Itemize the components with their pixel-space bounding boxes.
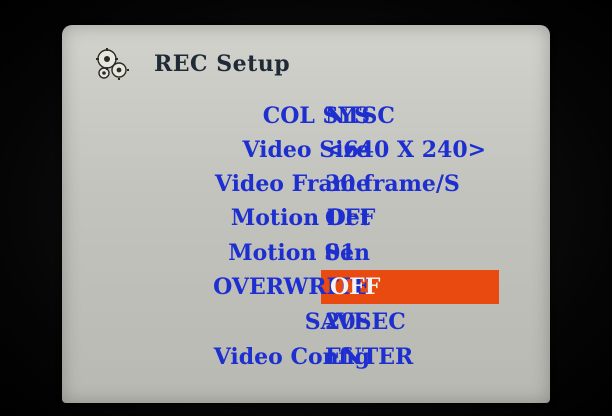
menu-item-value: ENTER bbox=[325, 344, 414, 370]
gears-icon bbox=[92, 44, 132, 84]
menu-item-value: <640 X 240> bbox=[325, 137, 487, 163]
menu-item-video-config[interactable]: Video Config ENTER bbox=[62, 340, 550, 374]
menu-item-motion-det[interactable]: Motion Det OFF bbox=[62, 201, 550, 235]
menu-item-col-sys[interactable]: COL SYS NTSC bbox=[62, 99, 550, 133]
menu-item-motion-sen[interactable]: Motion Sen 01 bbox=[62, 236, 550, 270]
menu-item-value: 20SEC bbox=[325, 309, 406, 335]
tv-screen: REC Setup COL SYS NTSC Video Size <640 X… bbox=[0, 0, 612, 416]
menu-header: REC Setup bbox=[92, 44, 290, 84]
menu-item-video-frame[interactable]: Video Frame 30 frame/S bbox=[62, 167, 550, 201]
menu-item-overwrite[interactable]: OVERWRITE OFF bbox=[62, 270, 550, 304]
menu-item-value: OFF bbox=[325, 205, 376, 231]
menu-item-save[interactable]: SAVE 20SEC bbox=[62, 305, 550, 339]
menu-item-video-size[interactable]: Video Size <640 X 240> bbox=[62, 133, 550, 167]
menu-item-value: 01 bbox=[325, 240, 356, 266]
menu-item-value: OFF bbox=[330, 274, 381, 300]
menu-item-value: NTSC bbox=[325, 103, 395, 129]
menu-title: REC Setup bbox=[154, 51, 291, 77]
menu-item-value: 30 frame/S bbox=[325, 171, 460, 197]
